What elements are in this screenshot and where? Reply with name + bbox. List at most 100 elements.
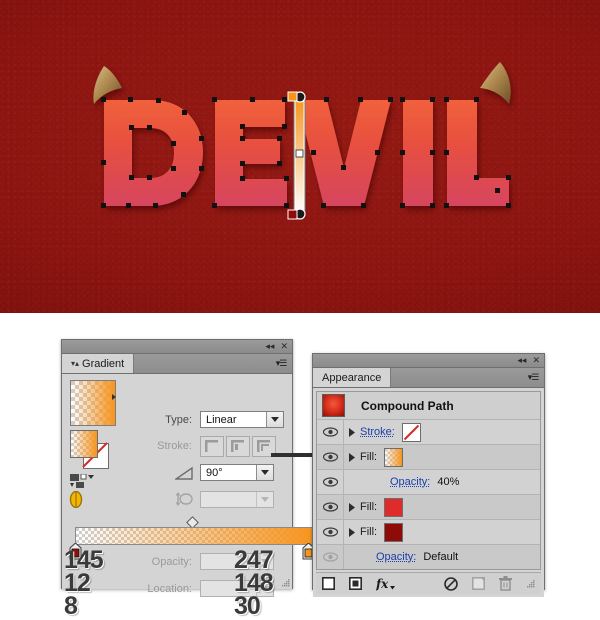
eye-icon-dim [322, 552, 338, 562]
appearance-tab-row: Appearance ▾☰ [313, 368, 544, 388]
type-chevron-down-icon[interactable] [266, 412, 283, 427]
gradient-slider[interactable] [69, 516, 315, 560]
eye-icon [322, 427, 338, 437]
appearance-row-opacity-2[interactable]: Opacity: Default [317, 545, 540, 569]
appearance-footer: fx [316, 572, 541, 594]
clear-appearance-icon[interactable] [444, 576, 458, 591]
aspect-ratio-icon [175, 492, 193, 506]
collapse-icon[interactable]: ◂◂ [265, 342, 274, 351]
reverse-gradient-icon[interactable] [69, 491, 83, 508]
chevron-right-icon [349, 452, 355, 462]
appearance-row-stroke[interactable]: Stroke: [317, 420, 540, 445]
stroke-gradient-options[interactable] [200, 436, 276, 457]
fill-1-gradient-swatch[interactable] [384, 447, 404, 467]
gradient-ramp[interactable] [75, 527, 314, 545]
aspect-ratio-input[interactable] [200, 491, 274, 508]
tab-appearance[interactable]: Appearance [313, 368, 392, 387]
disclosure-triangle-stroke[interactable] [344, 427, 360, 437]
updown-arrows-icon: ▾▴ [71, 359, 80, 368]
type-select-value: Linear [206, 413, 237, 426]
collapse-icon[interactable]: ◂◂ [517, 356, 526, 365]
appearance-row-fill-3[interactable]: Fill: [317, 520, 540, 545]
gradient-tab-row: ▾▴ Gradient ▾☰ [62, 354, 292, 374]
visibility-toggle-fill-1[interactable] [317, 445, 344, 469]
right-stop-b-value: 30 [234, 592, 261, 620]
location-label: Location: [147, 583, 192, 595]
stroke-within-icon[interactable] [200, 436, 224, 457]
gradient-annotator [287, 91, 306, 220]
opacity-1-row-value: 40% [437, 476, 460, 488]
aspect-chevron-down-icon[interactable] [256, 492, 273, 507]
stroke-centered-icon[interactable] [226, 436, 250, 457]
appearance-panel-topbar: ◂◂ ✕ [313, 354, 544, 368]
resize-grip[interactable] [526, 579, 535, 588]
fill-2-row-label[interactable]: Fill: [360, 501, 377, 513]
close-icon[interactable]: ✕ [532, 356, 540, 365]
add-effect-fx-icon[interactable]: fx [376, 577, 396, 591]
stroke-swatch-none[interactable] [401, 422, 421, 442]
gradient-swatch-wrap[interactable] [70, 380, 116, 426]
fill-3-row-label[interactable]: Fill: [360, 526, 377, 538]
devil-text-artwork [93, 62, 511, 220]
visibility-toggle-stroke[interactable] [317, 420, 344, 444]
angle-value: 90° [206, 466, 223, 479]
appearance-row-opacity-1[interactable]: Opacity: 40% [317, 470, 540, 495]
add-new-stroke-icon[interactable] [322, 577, 335, 590]
visibility-toggle-fill-3[interactable] [317, 520, 344, 544]
artwork-canvas[interactable] [0, 0, 600, 313]
gradient-swatch[interactable] [70, 380, 116, 426]
gradient-fill-type-icons[interactable] [70, 474, 94, 488]
disclosure-triangle-fill-2[interactable] [344, 502, 360, 512]
type-select[interactable]: Linear [200, 411, 284, 428]
stroke-label: Stroke: [157, 440, 192, 452]
fill-1-row-label[interactable]: Fill: [360, 451, 377, 463]
opacity-1-row-label[interactable]: Opacity: [390, 476, 430, 488]
appearance-object-header[interactable]: Compound Path [317, 392, 540, 420]
tab-appearance-label: Appearance [322, 371, 382, 384]
fill-swatch[interactable] [70, 430, 98, 458]
fill-2-color-swatch[interactable] [384, 497, 404, 517]
chevron-right-icon [349, 427, 355, 437]
gradient-panel[interactable]: ◂◂ ✕ ▾▴ Gradient ▾☰ Type: Linear Stroke:… [61, 339, 341, 619]
eye-icon [322, 527, 338, 537]
angle-input[interactable]: 90° [200, 464, 274, 481]
visibility-toggle-fill-2[interactable] [317, 495, 344, 519]
tab-gradient-label: Gradient [82, 357, 125, 370]
gradient-panel-topbar: ◂◂ ✕ [62, 340, 292, 354]
resize-grip[interactable] [281, 578, 290, 587]
type-label: Type: [165, 414, 192, 426]
left-stop-g-value: 12 [64, 569, 91, 597]
disclosure-triangle-fill-3[interactable] [344, 527, 360, 537]
fill-3-color-swatch[interactable] [384, 522, 404, 542]
gradient-angle-icon [175, 466, 193, 480]
add-new-fill-icon[interactable] [349, 577, 362, 590]
stroke-row-label[interactable]: Stroke: [360, 426, 395, 438]
svg-text:fx: fx [376, 577, 389, 591]
compound-path-thumbnail [322, 394, 345, 417]
fill-stroke-indicator[interactable] [70, 430, 110, 470]
gradient-panel-menu-icon[interactable]: ▾☰ [270, 354, 292, 373]
close-icon[interactable]: ✕ [280, 342, 288, 351]
left-stop-b-value: 8 [64, 592, 78, 620]
eye-icon [322, 477, 338, 487]
appearance-panel[interactable]: ◂◂ ✕ Appearance ▾☰ Compound Path Stroke:… [312, 353, 545, 597]
tab-gradient[interactable]: ▾▴ Gradient [62, 354, 135, 373]
eye-icon [322, 452, 338, 462]
duplicate-item-icon[interactable] [472, 577, 485, 590]
eye-icon [322, 502, 338, 512]
gradient-swatch-dropdown-icon[interactable] [112, 394, 116, 400]
appearance-panel-menu-icon[interactable]: ▾☰ [522, 368, 544, 387]
appearance-panel-body: Compound Path Stroke: Fill: Opacity: 40%… [313, 388, 544, 597]
visibility-toggle-opacity-1[interactable] [317, 470, 344, 494]
disclosure-triangle-fill-1[interactable] [344, 452, 360, 462]
chevron-right-icon [349, 527, 355, 537]
appearance-row-fill-2[interactable]: Fill: [317, 495, 540, 520]
opacity-2-row-value: Default [423, 551, 459, 563]
opacity-label: Opacity: [151, 556, 192, 568]
delete-item-icon[interactable] [499, 576, 512, 591]
right-stop-r-value: 247 [234, 546, 274, 574]
angle-chevron-down-icon[interactable] [256, 465, 273, 480]
opacity-2-row-label[interactable]: Opacity: [376, 551, 416, 563]
visibility-toggle-opacity-2[interactable] [317, 545, 344, 569]
appearance-row-fill-1[interactable]: Fill: [317, 445, 540, 470]
